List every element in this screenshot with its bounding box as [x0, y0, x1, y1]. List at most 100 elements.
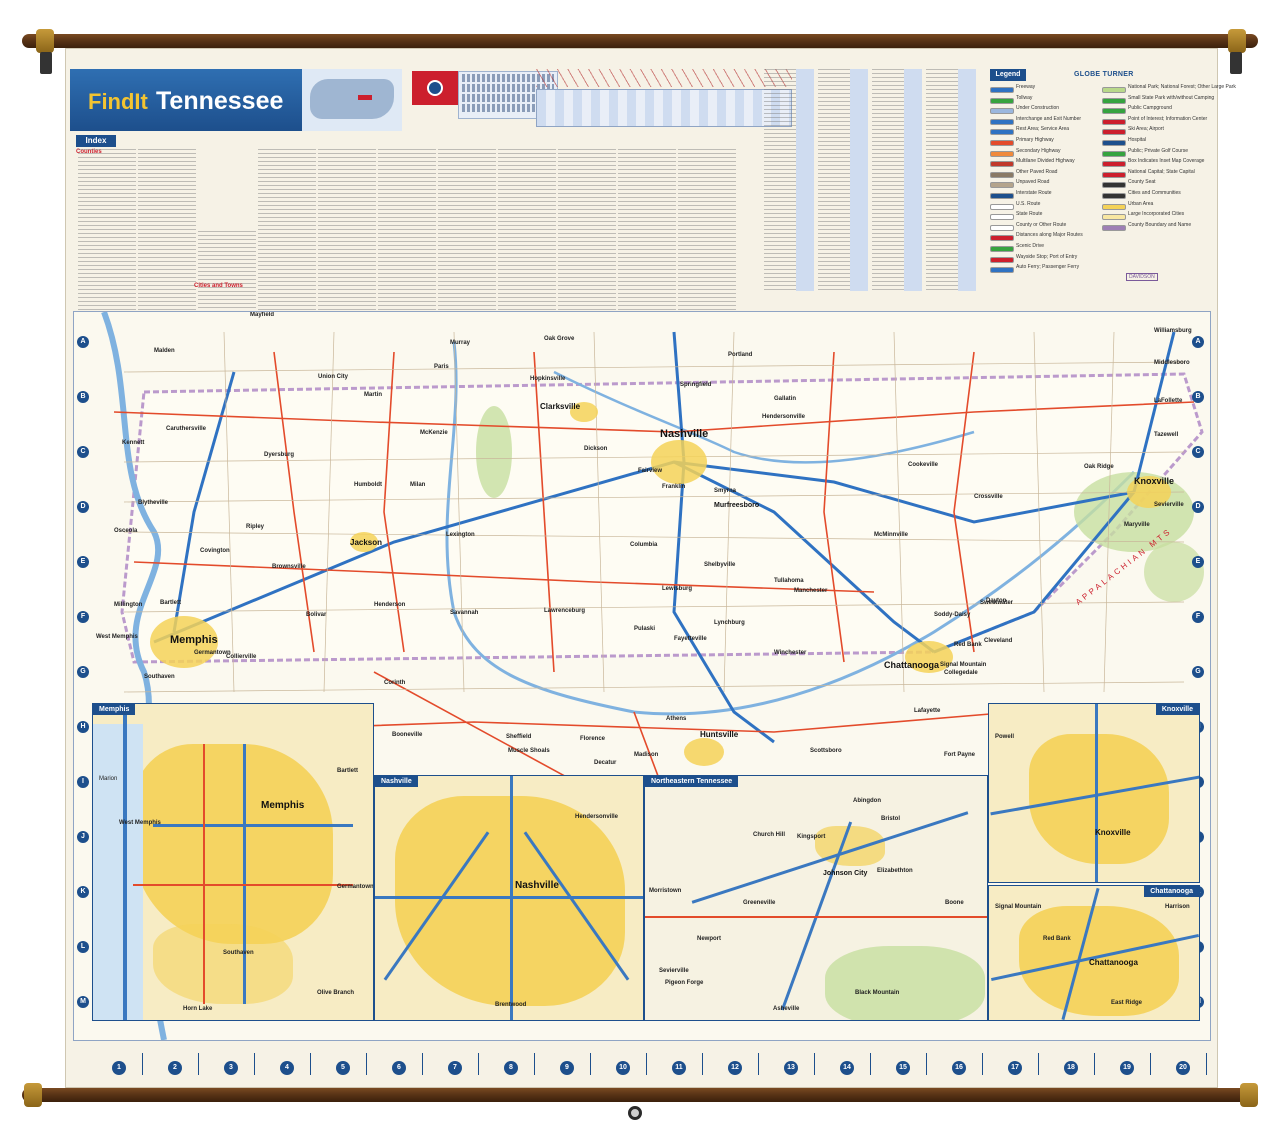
inset-chattanooga[interactable]: Chattanooga Signal Mountain Red Bank Cha… [988, 885, 1200, 1021]
top-hanging-rod [22, 34, 1258, 48]
grid-tick [310, 1053, 311, 1075]
city-label: Lewisburg [662, 586, 693, 592]
grid-number-marker: 18 [1064, 1061, 1078, 1075]
legend-symbol [990, 150, 1014, 157]
legend-item: County or Other Route [990, 222, 1100, 231]
city-label: Bartlett [160, 600, 182, 606]
grid-letter-marker: K [77, 886, 89, 898]
legend-symbol [1102, 87, 1126, 93]
grid-tick [982, 1053, 983, 1075]
grid-number-marker: 2 [168, 1061, 182, 1075]
legend-symbol [990, 246, 1014, 252]
legend-item: Wayside Stop; Port of Entry [990, 254, 1100, 263]
legend-symbol [1102, 161, 1126, 168]
wall-map-sheet: FindIt Tennessee GLOBE TURNER Legend Fre… [65, 48, 1236, 1088]
legend-item: Large Incorporated Cities [1102, 211, 1212, 221]
city-label: Millington [114, 602, 143, 608]
index-column [498, 149, 556, 327]
inset-city-label: Boone [945, 900, 964, 906]
inset-city-label: Powell [995, 734, 1015, 740]
city-label: Lawrenceburg [544, 608, 586, 614]
grid-letter-marker: H [77, 721, 89, 733]
city-label: Collierville [226, 654, 257, 660]
legend-label: Under Construction [1016, 105, 1060, 112]
grid-number-marker: 5 [336, 1061, 350, 1075]
legend-label: Ski Area; Airport [1128, 126, 1164, 133]
grid-tick [814, 1053, 815, 1075]
legend-symbol [1102, 140, 1126, 146]
grid-tick [534, 1053, 535, 1075]
grid-tick [422, 1053, 423, 1075]
top-right-rod-cap [1228, 29, 1246, 53]
index-column [138, 149, 196, 327]
inset-nashville-title: Nashville [375, 776, 418, 787]
city-label: Southaven [144, 674, 175, 680]
city-label: Caruthersville [166, 426, 207, 432]
inset-knoxville[interactable]: Knoxville Powell Knoxville [988, 703, 1200, 883]
index-column [558, 149, 616, 327]
grid-number-marker: 4 [280, 1061, 294, 1075]
grid-tick [1206, 1053, 1207, 1075]
legend-item: National Park; National Forest; Other La… [1102, 84, 1236, 93]
city-label: Tullahoma [774, 578, 804, 584]
grid-number-marker: 19 [1120, 1061, 1134, 1075]
title-prefix: FindIt [88, 89, 148, 114]
legend-label: State Route [1016, 211, 1043, 218]
inset-city-label: Germantown [337, 884, 374, 890]
city-label: Sheffield [506, 734, 532, 740]
grid-number-marker: 9 [560, 1061, 574, 1075]
inset-city-label: Brentwood [495, 1002, 527, 1008]
grid-number-marker: 15 [896, 1061, 910, 1075]
inset-city-label: Signal Mountain [995, 904, 1042, 910]
legend-item: Tollway [990, 94, 1100, 104]
legend-label: Freeway [1016, 84, 1036, 90]
legend-label: Small State Park with/without Camping [1128, 94, 1215, 101]
inset-nashville[interactable]: Nashville Nashville Hendersonville Brent… [374, 775, 644, 1021]
city-label: Maryville [1124, 522, 1150, 528]
legend-label: Hospital [1128, 137, 1147, 143]
legend-label: Public Campground [1128, 105, 1172, 112]
grid-number-marker: 17 [1008, 1061, 1022, 1075]
legend-label: Point of Interest; Information Center [1128, 115, 1208, 122]
inset-city-label: Black Mountain [855, 990, 900, 996]
legend-item: Box Indicates Inset Map Coverage [1102, 158, 1212, 168]
legend-symbol [990, 97, 1014, 104]
legend-item: Small State Park with/without Camping [1102, 94, 1215, 104]
legend-symbol [990, 140, 1014, 146]
legend-label: Box Indicates Inset Map Coverage [1128, 158, 1205, 165]
pull-ring[interactable] [628, 1106, 642, 1120]
grid-letter-marker: I [77, 776, 89, 788]
grid-letter-marker: G [77, 666, 89, 678]
grid-number-marker: 10 [616, 1061, 630, 1075]
inset-northeastern-tennessee[interactable]: Northeastern Tennessee Abingdon Bristol … [644, 775, 988, 1021]
index-column [618, 149, 676, 327]
city-label: Chattanooga [884, 660, 939, 670]
city-label: Brownsville [272, 564, 306, 570]
tennessee-highlight [358, 95, 372, 100]
city-label: Columbia [630, 542, 658, 548]
legend-symbol [990, 108, 1014, 115]
legend-item: Scenic Drive [990, 243, 1100, 252]
inset-city-label: Memphis [261, 800, 305, 811]
city-label: Clarksville [540, 402, 581, 411]
inset-city-label: Olive Branch [317, 990, 355, 996]
grid-letter-marker: A [77, 336, 89, 348]
inset-knoxville-title: Knoxville [1155, 704, 1199, 715]
inset-memphis[interactable]: Memphis Memphis Bartlett West Memphis Ge… [92, 703, 374, 1021]
legend-label: Urban Area [1128, 200, 1154, 207]
city-label: Cleveland [984, 638, 1013, 644]
inset-memphis-title: Memphis [93, 704, 136, 715]
legend-item: U.S. Route [990, 201, 1100, 210]
legend-item: Distances along Major Routes [990, 232, 1100, 242]
legend-label: National Park; National Forest; Other La… [1128, 84, 1236, 90]
legend-label: Tollway [1016, 94, 1033, 101]
city-label: Huntsville [700, 730, 739, 739]
city-label: Kennett [122, 440, 145, 446]
legend-symbol [1102, 129, 1126, 136]
index-title: Index [76, 135, 116, 147]
inset-city-label: Hendersonville [575, 814, 619, 820]
grid-letter-marker: B [77, 391, 89, 403]
city-label: Athens [666, 716, 687, 722]
inset-city-label: Johnson City [823, 870, 868, 877]
city-label: Decatur [594, 760, 617, 766]
